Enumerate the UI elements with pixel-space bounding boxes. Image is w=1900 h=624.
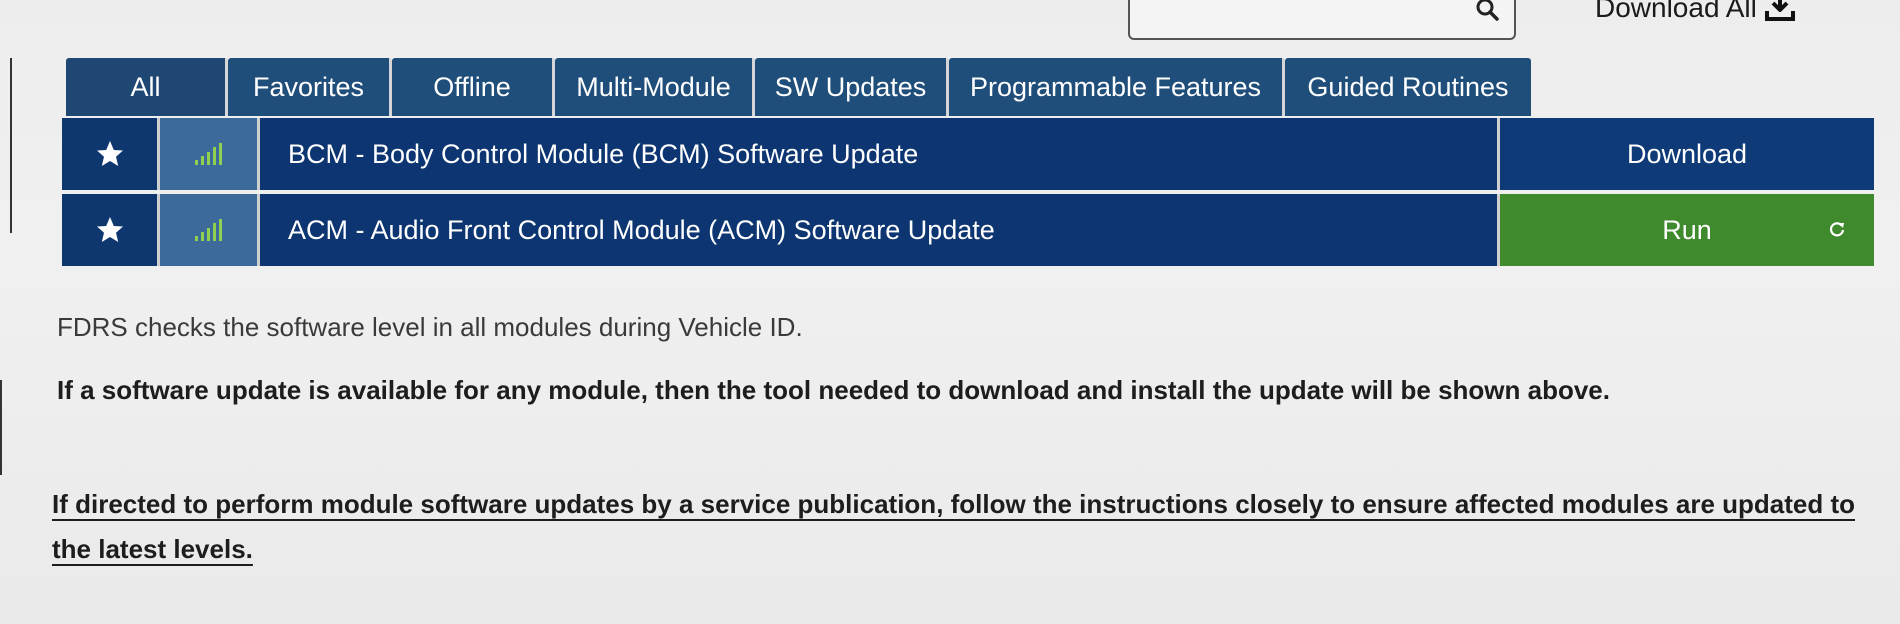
download-tray-icon <box>1764 0 1795 21</box>
search-input[interactable] <box>1128 0 1516 40</box>
tab-favorites[interactable]: Favorites <box>228 58 392 116</box>
star-icon <box>96 217 123 242</box>
tab-all[interactable]: All <box>66 58 228 116</box>
routine-tabs: All Favorites Offline Multi-Module SW Up… <box>66 58 1531 116</box>
favorite-toggle[interactable] <box>62 194 160 266</box>
favorite-toggle[interactable] <box>62 118 160 190</box>
run-button[interactable]: Run <box>1500 194 1874 266</box>
download-all-button[interactable]: Download All <box>1595 0 1795 24</box>
tab-programmable-features[interactable]: Programmable Features <box>949 58 1285 116</box>
connection-strength <box>160 118 260 190</box>
download-all-label: Download All <box>1595 0 1757 23</box>
frame-divider <box>0 380 2 475</box>
tab-sw-updates[interactable]: SW Updates <box>755 58 949 116</box>
tab-multi-module[interactable]: Multi-Module <box>555 58 755 116</box>
info-text-vehicle-id: FDRS checks the software level in all mo… <box>57 312 803 342</box>
info-text-update-available: If a software update is available for an… <box>57 375 1610 405</box>
service-publication-link[interactable]: If directed to perform module software u… <box>52 482 1872 572</box>
routine-name[interactable]: BCM - Body Control Module (BCM) Software… <box>260 118 1500 190</box>
fdrs-page: Download All All Favorites Offline Multi… <box>0 0 1900 624</box>
search-icon[interactable] <box>1474 0 1500 24</box>
refresh-icon <box>1829 222 1845 237</box>
download-button[interactable]: Download <box>1500 118 1874 190</box>
run-button-label: Run <box>1662 214 1712 245</box>
routine-list: BCM - Body Control Module (BCM) Software… <box>62 118 1874 270</box>
connection-strength <box>160 194 260 266</box>
tab-offline[interactable]: Offline <box>392 58 555 116</box>
routine-name[interactable]: ACM - Audio Front Control Module (ACM) S… <box>260 194 1500 266</box>
tab-guided-routines[interactable]: Guided Routines <box>1285 58 1531 116</box>
star-icon <box>96 141 123 166</box>
signal-bars-icon <box>194 219 222 241</box>
routine-row: BCM - Body Control Module (BCM) Software… <box>62 118 1874 190</box>
download-button-label: Download <box>1626 138 1748 169</box>
frame-divider <box>10 58 12 233</box>
signal-bars-icon <box>194 143 222 165</box>
routine-row: ACM - Audio Front Control Module (ACM) S… <box>62 194 1874 266</box>
